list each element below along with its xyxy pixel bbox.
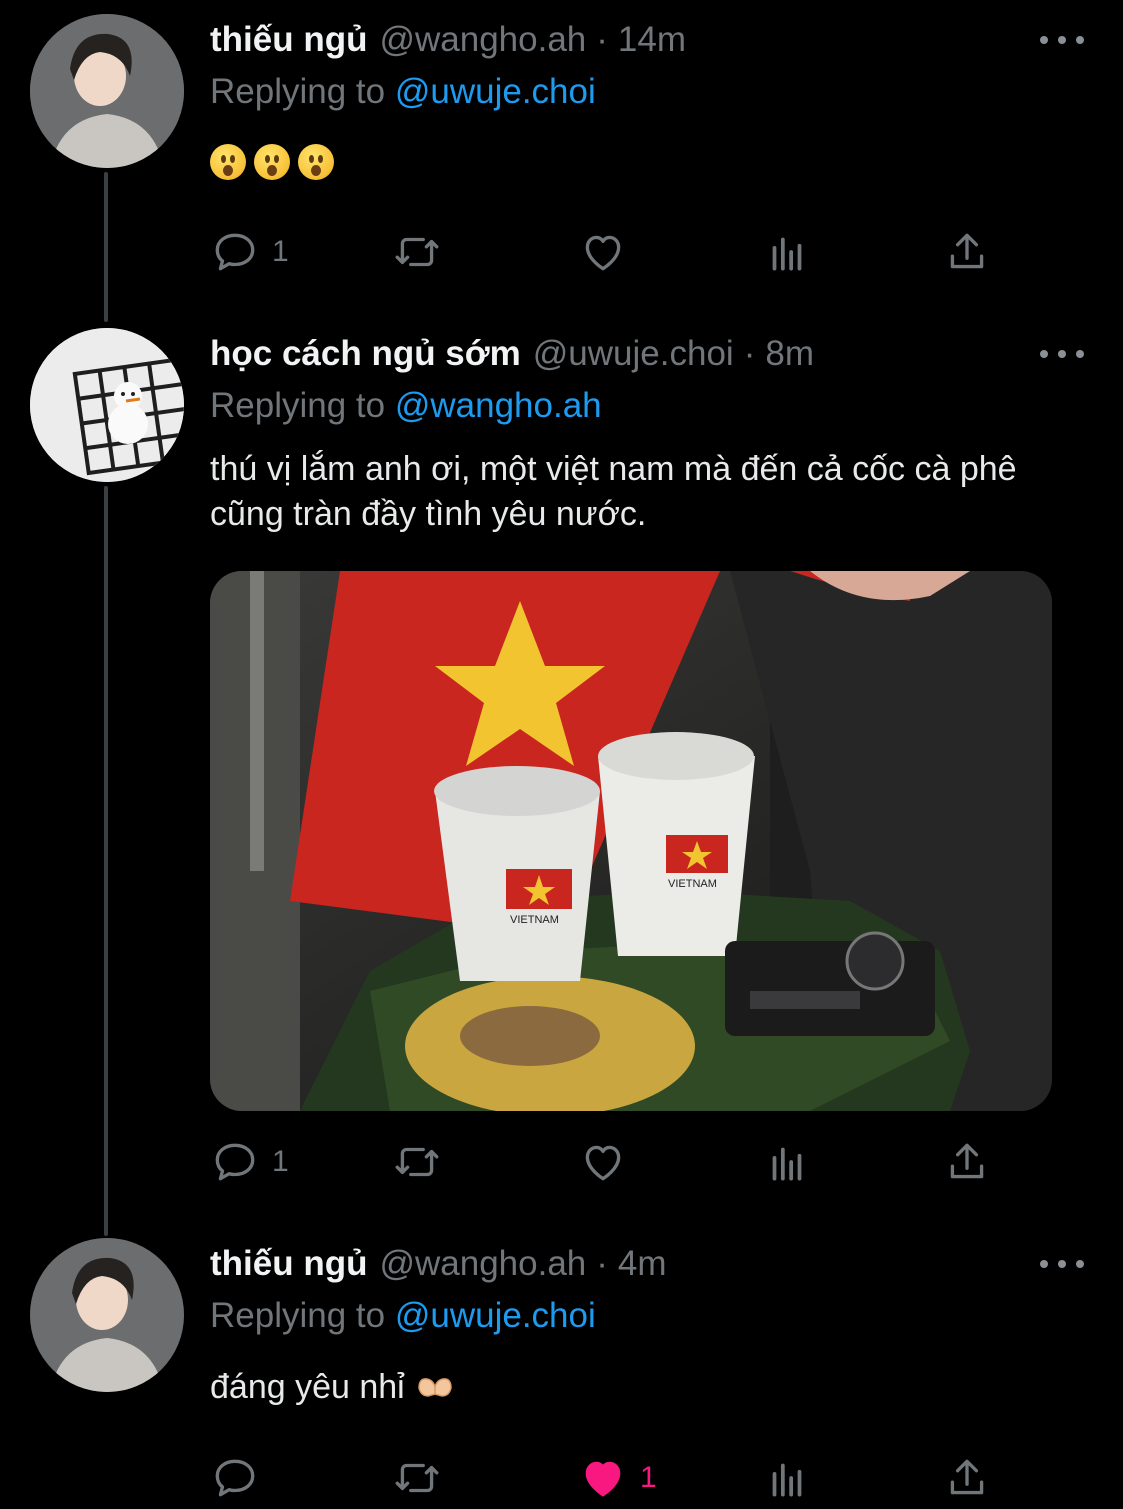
timestamp[interactable]: 14m — [618, 20, 686, 60]
like-icon — [585, 1461, 621, 1497]
retweet-button[interactable] — [392, 1453, 442, 1503]
reply-icon — [215, 1459, 255, 1497]
replying-to: Replying to @wangho.ah — [210, 386, 602, 426]
tweet-actions: 1 — [210, 227, 1000, 277]
replying-prefix: Replying to — [210, 386, 386, 425]
analytics-button[interactable] — [762, 227, 812, 277]
analytics-button[interactable] — [762, 1453, 812, 1503]
reply-button[interactable]: 1 — [210, 227, 289, 277]
user-handle[interactable]: @wangho.ah — [379, 1244, 586, 1284]
more-icon[interactable] — [1040, 30, 1084, 50]
share-icon — [950, 1143, 984, 1179]
share-button[interactable] — [942, 1137, 992, 1187]
separator: · — [596, 20, 608, 59]
astonished-face-emoji — [254, 144, 290, 180]
tweet-header: học cách ngủ sớm @uwuje.choi · 8m — [210, 334, 814, 378]
reply-count: 1 — [272, 235, 289, 268]
separator: · — [596, 1244, 608, 1283]
reply-button[interactable] — [210, 1453, 260, 1503]
replying-to: Replying to @uwuje.choi — [210, 72, 596, 112]
timestamp[interactable]: 4m — [618, 1244, 667, 1284]
share-icon — [950, 1459, 984, 1495]
tweet-text-content: đáng yêu nhỉ — [210, 1368, 405, 1406]
cup-label: VIETNAM — [510, 914, 559, 926]
like-icon — [585, 1145, 621, 1181]
share-button[interactable] — [942, 227, 992, 277]
user-handle[interactable]: @uwuje.choi — [533, 334, 734, 374]
tweet-text: đáng yêu nhỉ — [210, 1365, 1090, 1410]
astonished-face-emoji — [210, 144, 246, 180]
tweet-text — [210, 144, 334, 180]
tweet-actions: 1 — [210, 1137, 1000, 1187]
tweet-header: thiếu ngủ @wangho.ah · 14m — [210, 20, 686, 64]
astonished-face-emoji — [298, 144, 334, 180]
share-button[interactable] — [942, 1453, 992, 1503]
retweet-icon — [395, 1463, 439, 1493]
tweet-text: thú vị lắm anh ơi, một việt nam mà đến c… — [210, 450, 1017, 533]
separator: · — [743, 334, 756, 373]
analytics-icon — [772, 1463, 802, 1497]
reply-icon — [215, 1143, 255, 1181]
like-icon — [585, 235, 621, 271]
replying-prefix: Replying to — [210, 72, 386, 111]
replying-prefix: Replying to — [210, 1296, 386, 1335]
tweet-1[interactable]: thiếu ngủ @wangho.ah · 14m Replying to @… — [0, 0, 1123, 320]
like-button[interactable] — [578, 1137, 628, 1187]
retweet-button[interactable] — [392, 1137, 442, 1187]
more-icon[interactable] — [1040, 344, 1084, 364]
analytics-icon — [772, 237, 802, 271]
display-name[interactable]: thiếu ngủ — [210, 20, 367, 60]
share-icon — [950, 233, 984, 269]
analytics-icon — [772, 1147, 802, 1181]
heart-hands-emoji — [417, 1377, 452, 1397]
tweet-3[interactable]: thiếu ngủ @wangho.ah · 4m Replying to @u… — [0, 1224, 1123, 1509]
reply-mention-link[interactable]: @wangho.ah — [395, 386, 602, 425]
avatar[interactable] — [30, 328, 184, 482]
avatar[interactable] — [30, 14, 184, 168]
tweet-2[interactable]: học cách ngủ sớm @uwuje.choi · 8m Replyi… — [0, 314, 1123, 1214]
display-name[interactable]: học cách ngủ sớm — [210, 334, 521, 374]
reply-icon — [215, 233, 255, 271]
retweet-icon — [395, 237, 439, 267]
analytics-button[interactable] — [762, 1137, 812, 1187]
tweet-photo[interactable]: VIETNAM VIETNAM — [210, 571, 1052, 1111]
user-handle[interactable]: @wangho.ah — [379, 20, 586, 60]
retweet-button[interactable] — [392, 227, 442, 277]
reply-count: 1 — [272, 1145, 289, 1178]
more-icon[interactable] — [1040, 1254, 1084, 1274]
replying-to: Replying to @uwuje.choi — [210, 1296, 596, 1336]
timestamp[interactable]: 8m — [765, 334, 814, 374]
like-button[interactable]: 1 — [578, 1453, 657, 1503]
avatar[interactable] — [30, 1238, 184, 1392]
reply-mention-link[interactable]: @uwuje.choi — [395, 1296, 596, 1335]
tweet-header: thiếu ngủ @wangho.ah · 4m — [210, 1244, 667, 1288]
tweet-actions: 1 — [210, 1453, 1000, 1503]
cup-label: VIETNAM — [668, 878, 717, 890]
retweet-icon — [395, 1147, 439, 1177]
reply-button[interactable]: 1 — [210, 1137, 289, 1187]
reply-mention-link[interactable]: @uwuje.choi — [395, 72, 596, 111]
like-button[interactable] — [578, 227, 628, 277]
like-count: 1 — [640, 1461, 657, 1494]
display-name[interactable]: thiếu ngủ — [210, 1244, 367, 1284]
